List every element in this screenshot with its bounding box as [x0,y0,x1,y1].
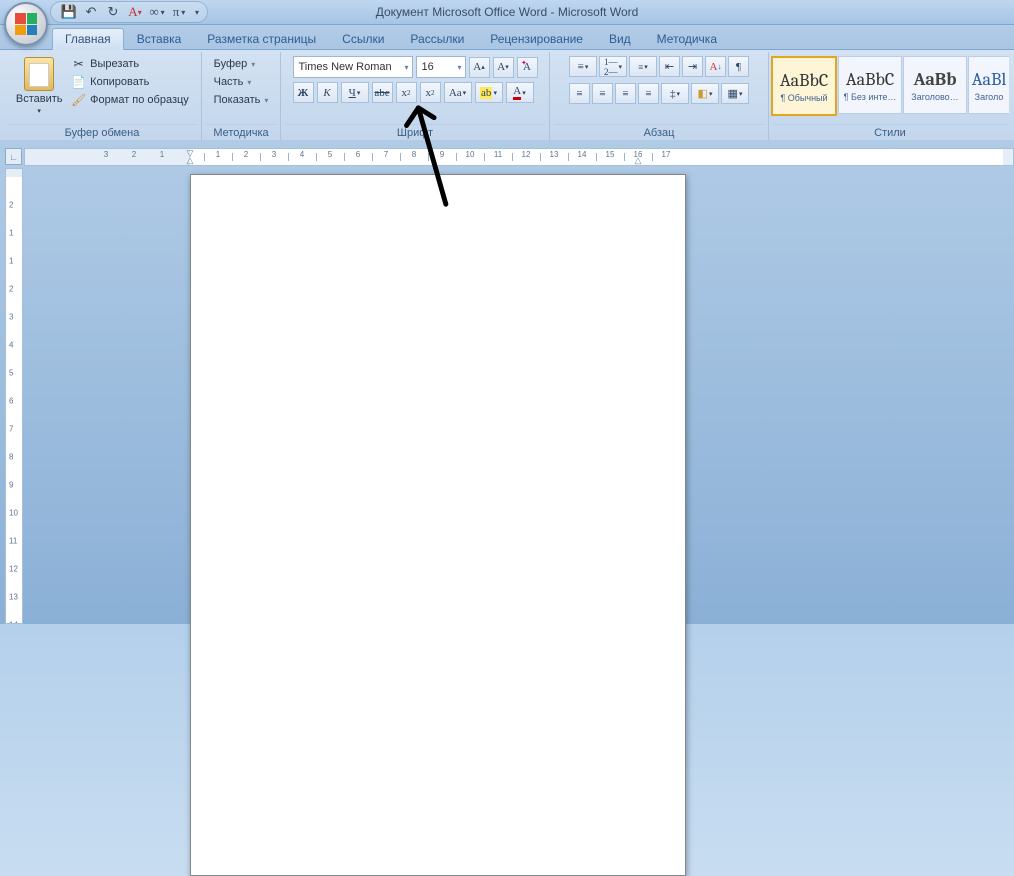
qat-pi-icon[interactable]: π▾ [171,4,187,20]
clear-formatting-button[interactable]: A✦ [517,57,538,78]
strikethrough-button[interactable]: abe [372,82,393,103]
buffer-button[interactable]: Буфер▾ [210,56,273,72]
italic-button[interactable]: К [317,82,338,103]
qat-font-icon[interactable]: A▾ [127,4,143,20]
ribbon-tabs: Главная Вставка Разметка страницы Ссылки… [0,25,1014,50]
style-caption: ¶ Без инте… [839,92,901,102]
part-button[interactable]: Часть▾ [210,74,273,90]
change-case-button[interactable]: Aa▾ [444,82,472,103]
tab-insert[interactable]: Вставка [124,28,195,49]
highlight-color-button[interactable]: ab▾ [475,82,503,103]
font-color-button[interactable]: A▾ [506,82,534,103]
chevron-down-icon: ▾ [404,63,408,72]
align-center-button[interactable]: ≡ [592,83,613,104]
group-font-label: Шрифт [285,124,545,141]
paste-icon [24,57,54,91]
line-spacing-button[interactable]: ‡▾ [661,83,689,104]
paste-button[interactable]: Вставить ▾ [13,54,65,118]
office-button[interactable] [4,2,48,46]
horizontal-ruler[interactable]: 1231234567891011121314151617▽△△ [24,148,1014,166]
font-name-value: Times New Roman [299,61,392,73]
tab-page-layout[interactable]: Разметка страницы [194,28,329,49]
styles-gallery: AaBbC ¶ Обычный AaBbC ¶ Без инте… AaBb З… [771,54,1009,116]
group-methodichka: Буфер▾ Часть▾ Показать▾ Методичка [202,52,281,141]
format-painter-button[interactable]: 🖌 Формат по образцу [69,92,191,108]
tab-view[interactable]: Вид [596,28,644,49]
shrink-font-button[interactable]: A▾ [493,57,514,78]
show-button[interactable]: Показать▾ [210,92,273,108]
align-right-button[interactable]: ≡ [615,83,636,104]
chevron-down-icon: ▾ [457,63,461,72]
style-heading1[interactable]: AaBb Заголово… [903,56,967,114]
grow-font-button[interactable]: A▴ [469,57,490,78]
borders-button[interactable]: ▦▾ [721,83,749,104]
style-caption: Заголо [969,92,1009,102]
ribbon: Вставить ▾ ✂ Вырезать 📄 Копировать 🖌 Фор… [0,50,1014,142]
style-caption: Заголово… [904,92,966,102]
scissors-icon: ✂ [71,57,86,71]
group-styles-label: Стили [773,124,1007,141]
group-clipboard-label: Буфер обмена [7,124,197,141]
superscript-button[interactable]: x2 [420,82,441,103]
sort-button[interactable]: A↓ [705,56,726,77]
style-no-spacing[interactable]: AaBbC ¶ Без инте… [838,56,902,114]
paste-dropdown-icon[interactable]: ▾ [37,107,41,115]
cut-label: Вырезать [90,58,139,70]
document-area: ∟ 1231234567891011121314151617▽△△ 211234… [0,140,1014,624]
style-preview: AaBb [914,69,957,90]
bullets-button[interactable]: ≡▾ [569,56,597,77]
brush-icon: 🖌 [71,93,86,107]
tab-home[interactable]: Главная [52,28,124,50]
qat-redo-icon[interactable]: ↻ [105,4,121,20]
style-preview: AaBbC [846,69,894,90]
group-paragraph-label: Абзац [554,124,764,141]
vertical-ruler[interactable]: 2112345678910111213141516 [5,168,23,624]
tab-selector-button[interactable]: ∟ [5,148,22,165]
qat-save-icon[interactable]: 💾 [61,4,77,20]
group-clipboard: Вставить ▾ ✂ Вырезать 📄 Копировать 🖌 Фор… [3,52,202,141]
paste-label: Вставить [16,93,63,105]
group-font: Times New Roman ▾ 16 ▾ A▴ A▾ A✦ Ж К Ч▾ a… [281,52,550,141]
tab-references[interactable]: Ссылки [329,28,397,49]
style-preview: AaBbC [780,70,828,91]
decrease-indent-button[interactable]: ⇤ [659,56,680,77]
align-left-button[interactable]: ≡ [569,83,590,104]
tab-methodichka[interactable]: Методичка [644,28,730,49]
tab-mailings[interactable]: Рассылки [397,28,477,49]
style-preview: AaBl [972,69,1007,90]
increase-indent-button[interactable]: ⇥ [682,56,703,77]
qat-undo-icon[interactable]: ↶ [83,4,99,20]
shading-button[interactable]: ◧▾ [691,83,719,104]
bold-button[interactable]: Ж [293,82,314,103]
group-styles: AaBbC ¶ Обычный AaBbC ¶ Без инте… AaBb З… [769,52,1011,141]
font-size-combo[interactable]: 16 ▾ [416,56,466,78]
copy-button[interactable]: 📄 Копировать [69,74,191,90]
justify-button[interactable]: ≡ [638,83,659,104]
subscript-button[interactable]: x2 [396,82,417,103]
group-methodichka-label: Методичка [206,124,276,141]
multilevel-list-button[interactable]: ≡▾ [629,56,657,77]
show-hide-marks-button[interactable]: ¶ [728,56,749,77]
copy-icon: 📄 [71,75,86,89]
underline-button[interactable]: Ч▾ [341,82,369,103]
style-caption: ¶ Обычный [773,93,835,103]
quick-access-toolbar: 💾 ↶ ↻ A▾ ∞▾ π▾ ▾ [50,1,208,23]
qat-customize-dropdown[interactable]: ▾ [195,8,199,17]
format-painter-label: Формат по образцу [90,94,189,106]
cut-button[interactable]: ✂ Вырезать [69,56,191,72]
office-logo-icon [15,13,37,35]
style-normal[interactable]: AaBbC ¶ Обычный [771,56,837,116]
group-paragraph: ≡▾ 1—2—▾ ≡▾ ⇤ ⇥ A↓ ¶ ≡ ≡ ≡ ≡ ‡▾ ◧▾ ▦▾ Аб… [550,52,769,141]
font-size-value: 16 [422,61,434,73]
numbering-button[interactable]: 1—2—▾ [599,56,627,77]
tab-review[interactable]: Рецензирование [477,28,596,49]
font-name-combo[interactable]: Times New Roman ▾ [293,56,413,78]
title-bar: 💾 ↶ ↻ A▾ ∞▾ π▾ ▾ Документ Microsoft Offi… [0,0,1014,25]
qat-infinity-icon[interactable]: ∞▾ [149,4,165,20]
page-canvas[interactable] [190,174,686,876]
style-heading2[interactable]: AaBl Заголо [968,56,1009,114]
copy-label: Копировать [90,76,149,88]
